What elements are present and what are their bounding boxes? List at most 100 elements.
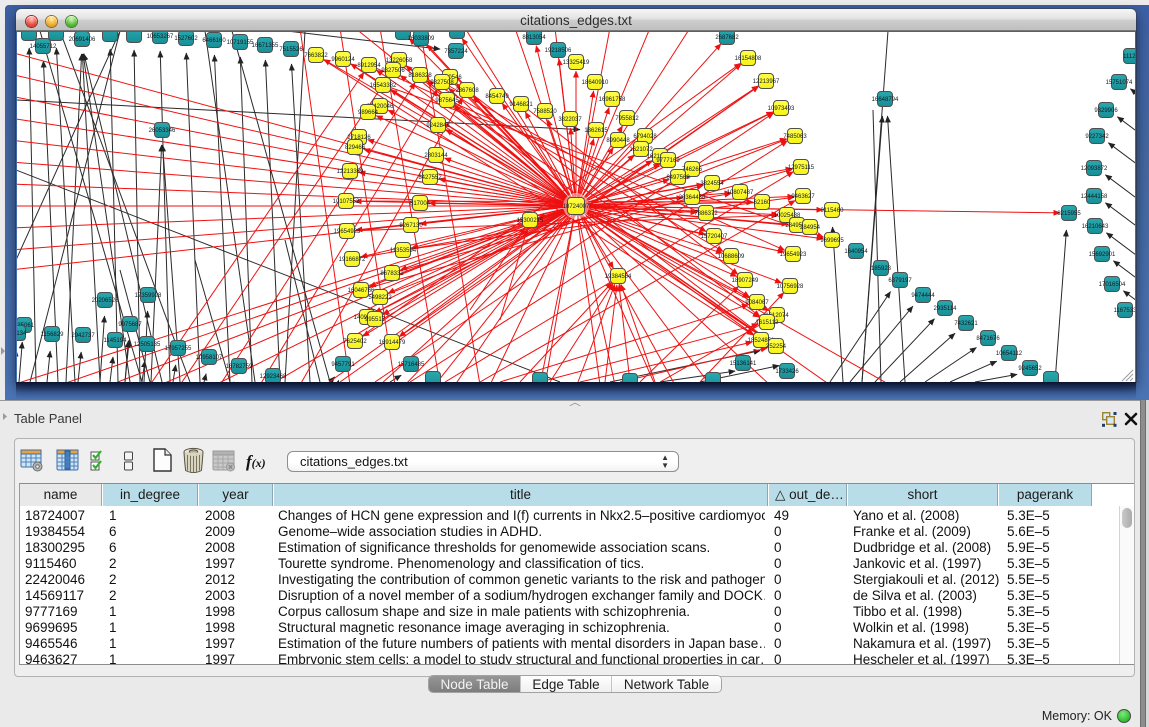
svg-text:14055712: 14055712 <box>30 44 57 50</box>
svg-text:2803144: 2803144 <box>424 153 448 159</box>
svg-text:19166872: 19166872 <box>339 257 366 263</box>
svg-text:16154808: 16154808 <box>735 56 762 62</box>
svg-text:1362615: 1362615 <box>584 128 608 134</box>
svg-text:16914479: 16914479 <box>379 340 406 346</box>
svg-text:17359928: 17359928 <box>135 293 162 299</box>
svg-text:10807487: 10807487 <box>727 190 754 196</box>
svg-text:1621072: 1621072 <box>629 147 653 153</box>
svg-text:8267130: 8267130 <box>399 223 423 229</box>
svg-text:1156829: 1156829 <box>41 332 65 338</box>
svg-text:11122: 11122 <box>1123 54 1135 60</box>
svg-text:6497568: 6497568 <box>666 175 690 181</box>
svg-text:12505135: 12505135 <box>134 342 161 348</box>
svg-text:16210643: 16210643 <box>1082 224 1109 230</box>
svg-text:7357224: 7357224 <box>444 49 468 55</box>
svg-text:18907249: 18907249 <box>732 278 759 284</box>
svg-text:1615112: 1615112 <box>756 320 780 326</box>
svg-text:9084067: 9084067 <box>745 300 769 306</box>
svg-text:62160: 62160 <box>754 200 771 206</box>
svg-text:12093872: 12093872 <box>1081 166 1108 172</box>
svg-text:16782759: 16782759 <box>226 364 253 370</box>
svg-text:15751074: 15751074 <box>1106 80 1133 86</box>
svg-text:6466160: 6466160 <box>202 38 226 44</box>
svg-text:11353594: 11353594 <box>390 248 417 254</box>
svg-text:9329906: 9329906 <box>1094 108 1118 114</box>
svg-text:10958107: 10958107 <box>196 355 223 361</box>
svg-text:12923468: 12923468 <box>260 374 287 380</box>
svg-text:3822037: 3822037 <box>558 117 582 123</box>
svg-text:13325419: 13325419 <box>563 60 590 66</box>
svg-text:16046766: 16046766 <box>348 288 375 294</box>
svg-text:17016504: 17016504 <box>1099 282 1126 288</box>
svg-text:9327506: 9327506 <box>381 68 405 74</box>
svg-text:19384554: 19384554 <box>605 274 632 280</box>
svg-text:9975687: 9975687 <box>118 322 142 328</box>
svg-text:15300215: 15300215 <box>517 218 544 224</box>
svg-text:1145194: 1145194 <box>104 338 128 344</box>
svg-text:26053346: 26053346 <box>149 128 176 134</box>
svg-text:9227342: 9227342 <box>1085 134 1109 140</box>
svg-text:10653267: 10653267 <box>147 34 174 40</box>
svg-text:7886372: 7886372 <box>694 211 718 217</box>
svg-text:7625402: 7625402 <box>343 339 367 345</box>
svg-text:12444158: 12444158 <box>1081 194 1108 200</box>
svg-text:16961758: 16961758 <box>599 97 626 103</box>
svg-text:5498222: 5498222 <box>368 295 392 301</box>
svg-text:9474444: 9474444 <box>911 293 935 299</box>
svg-text:2867608: 2867608 <box>455 88 479 94</box>
svg-text:1167533: 1167533 <box>1114 308 1135 314</box>
svg-text:16033809: 16033809 <box>408 36 435 42</box>
svg-text:16543382: 16543382 <box>370 83 397 89</box>
svg-text:9699695: 9699695 <box>820 238 844 244</box>
svg-text:2942737: 2942737 <box>71 333 95 339</box>
svg-text:7432621: 7432621 <box>954 321 978 327</box>
svg-text:7663822: 7663822 <box>304 53 328 59</box>
svg-text:19654923: 19654923 <box>780 252 807 258</box>
svg-text:15692901: 15692901 <box>1089 252 1116 258</box>
svg-text:252254: 252254 <box>766 344 787 350</box>
svg-text:989664: 989664 <box>358 110 379 116</box>
svg-text:829466: 829466 <box>345 145 366 151</box>
svg-text:10756928: 10756928 <box>777 284 804 290</box>
svg-text:12213369: 12213369 <box>337 169 364 175</box>
svg-text:7955812: 7955812 <box>615 116 639 122</box>
svg-text:16671355: 16671355 <box>252 43 279 49</box>
svg-text:8990448: 8990448 <box>606 138 630 144</box>
svg-text:9875645: 9875645 <box>435 98 459 104</box>
svg-text:7588520: 7588520 <box>533 109 557 115</box>
svg-text:10654112: 10654112 <box>996 351 1023 357</box>
svg-text:6379197: 6379197 <box>888 278 912 284</box>
svg-text:15716485: 15716485 <box>398 362 425 368</box>
svg-text:2687682: 2687682 <box>715 35 739 41</box>
svg-text:9777169: 9777169 <box>656 158 680 164</box>
svg-text:39134: 39134 <box>17 331 27 337</box>
svg-text:8427552: 8427552 <box>418 175 442 181</box>
svg-text:7515526: 7515526 <box>279 47 303 53</box>
svg-text:8454749: 8454749 <box>485 94 509 100</box>
svg-text:8215955: 8215955 <box>1057 211 1081 217</box>
svg-text:20206526: 20206526 <box>92 298 119 304</box>
svg-text:6794028: 6794028 <box>633 134 657 140</box>
svg-text:2935114: 2935114 <box>934 306 958 312</box>
svg-text:9327508: 9327508 <box>430 80 454 86</box>
svg-text:18724007: 18724007 <box>563 204 590 210</box>
svg-text:9457791: 9457791 <box>331 362 355 368</box>
svg-text:9960124: 9960124 <box>331 57 355 63</box>
svg-text:20691406: 20691406 <box>69 37 96 43</box>
svg-text:3824554: 3824554 <box>700 181 724 187</box>
svg-text:15720407: 15720407 <box>701 234 728 240</box>
svg-text:8678332: 8678332 <box>380 271 404 277</box>
svg-text:10688609: 10688609 <box>718 254 745 260</box>
svg-text:1527602: 1527602 <box>174 36 198 42</box>
svg-text:8813054: 8813054 <box>522 35 546 41</box>
svg-text:8186328: 8186328 <box>408 73 432 79</box>
svg-text:20364436: 20364436 <box>679 195 706 201</box>
svg-text:1640954: 1640954 <box>844 249 868 255</box>
svg-text:12975115: 12975115 <box>788 165 815 171</box>
svg-text:9463627: 9463627 <box>791 194 815 200</box>
svg-text:9245652: 9245652 <box>1018 366 1042 372</box>
svg-text:7485063: 7485063 <box>783 134 807 140</box>
svg-text:15136141: 15136141 <box>730 361 757 367</box>
svg-text:18640910: 18640910 <box>582 80 609 86</box>
svg-text:10107552: 10107552 <box>333 199 360 205</box>
